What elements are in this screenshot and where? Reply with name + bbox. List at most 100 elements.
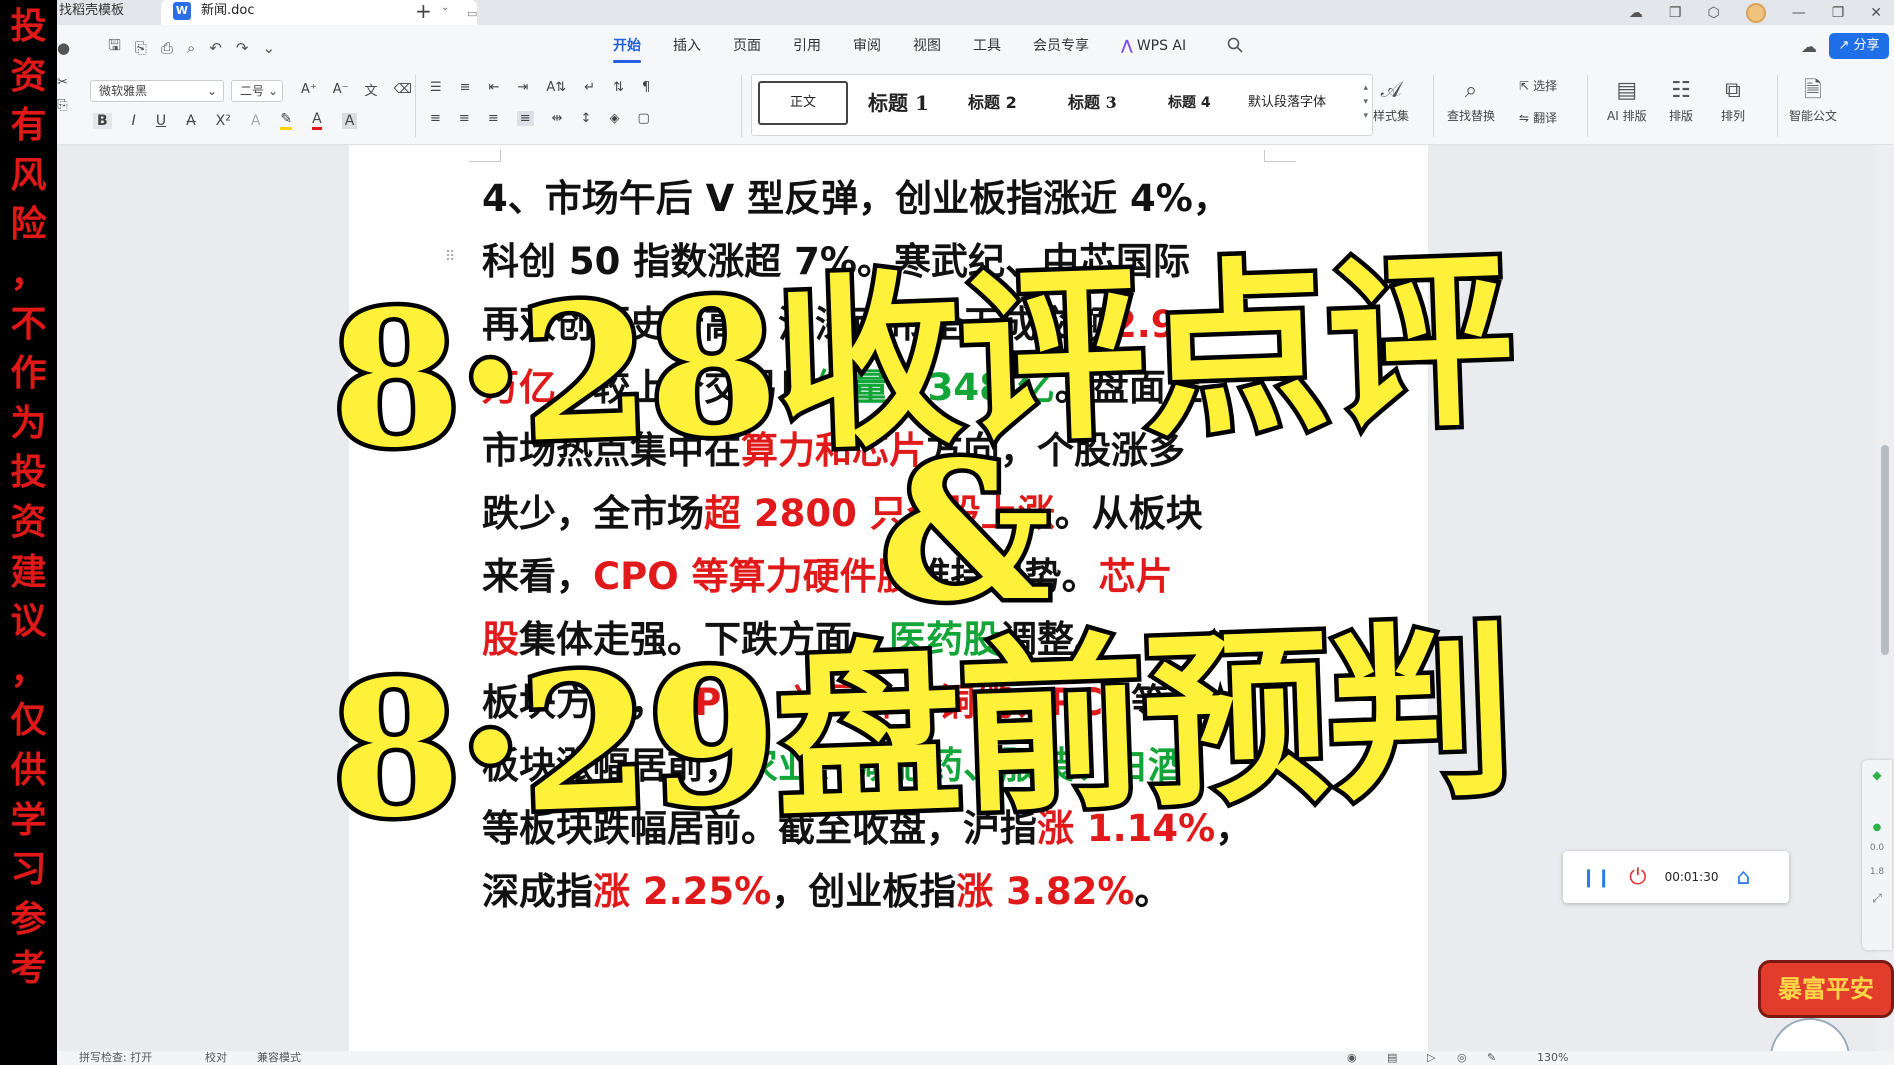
zoom-level[interactable]: 130% [1537,1051,1568,1065]
find-replace-button[interactable]: ⌕ 查找替换 [1447,75,1495,124]
style-heading-2[interactable]: 标题 2 [968,81,1017,125]
style-heading-1[interactable]: 标题 1 [868,81,929,125]
clear-format-icon[interactable]: ⌫ [394,82,412,97]
spellcheck-toggle[interactable]: 拼写检查: 打开 [79,1051,152,1065]
copy-icon[interactable]: ⎘ [57,98,67,113]
tab-reference[interactable]: 引用 [777,25,837,67]
bold-icon[interactable]: B [93,112,112,129]
shrink-font-icon[interactable]: A⁻ [333,82,349,97]
shading-icon[interactable]: ◈ [609,111,619,126]
increase-indent-icon[interactable]: ⇥ [517,80,528,95]
tab-review[interactable]: 审阅 [837,25,897,67]
stop-recording-icon[interactable]: ⏻ [1629,865,1646,890]
text-direction-icon[interactable]: A⇅ [546,80,566,95]
more-chevron-icon[interactable]: ⌄ [262,39,275,57]
cut-icon[interactable]: ✂ [57,75,68,90]
decrease-indent-icon[interactable]: ⇤ [489,80,500,95]
style-heading-3[interactable]: 标题 3 [1068,81,1117,125]
line-spacing-icon[interactable]: ↕ [581,111,592,126]
align-right-icon[interactable]: ≡ [488,111,499,126]
tab-tools[interactable]: 工具 [957,25,1017,67]
select-button[interactable]: ⇱ 选择 [1519,77,1557,94]
redo-icon[interactable]: ↷ [236,39,249,57]
ai-layout-button[interactable]: ▤ AI 排版 [1607,75,1647,124]
risk-disclaimer-strip: 投资有风险，不作为投资建议，仅供学习参考 [0,0,57,1065]
numbering-icon[interactable]: ≡ [460,80,471,95]
web-view-icon[interactable]: ◎ [1457,1051,1467,1065]
tab-insert[interactable]: 插入 [657,25,717,67]
home-icon[interactable]: ⌂ [1736,865,1750,890]
eye-icon[interactable]: ◉ [1347,1051,1357,1065]
font-color-icon[interactable]: A [312,111,322,130]
justify-icon[interactable]: ≡ [516,111,534,126]
style-set-button[interactable]: 𝒜 样式集 [1373,75,1409,124]
tab-member[interactable]: 会员专享 [1017,25,1105,67]
translate-button[interactable]: ⇋ 翻译 [1519,109,1557,126]
paragraph-drag-handle-icon[interactable]: ⠿ [445,249,455,265]
new-tab-icon[interactable]: + [415,0,432,22]
strikethrough-icon[interactable]: A̶ [186,113,196,129]
distribute-icon[interactable]: ⇹ [552,111,563,126]
page-view-icon[interactable]: ▤ [1387,1051,1397,1065]
underline-icon[interactable]: U [156,113,166,129]
play-icon[interactable]: ▷ [1427,1051,1435,1065]
translate-label: 翻译 [1533,111,1558,125]
body-text: 。盘面上， [1054,366,1240,409]
highlight-icon[interactable]: ✎ [280,111,293,130]
document-body[interactable]: 4、市场午后 V 型反弹，创业板指涨近 4%， 科创 50 指数涨超 7%。寒武纪… [482,167,1252,923]
styles-scroll-icon[interactable]: ▴ ▾ ▾ [1363,81,1368,123]
share-button[interactable]: ↗ 分享 [1829,33,1889,59]
avatar[interactable] [1745,2,1766,23]
layout-button[interactable]: ☷ 排版 [1669,75,1693,124]
export-icon[interactable]: ⎘ [135,39,147,57]
cloud-sync-icon[interactable]: ☁ [1629,5,1643,21]
tab-template[interactable]: 找稻壳模板 [57,0,157,25]
search-icon[interactable] [1227,37,1243,53]
bullets-icon[interactable]: ☰ [430,80,442,95]
pause-icon[interactable]: ❙❙ [1581,867,1611,888]
tab-page[interactable]: 页面 [717,25,777,67]
highlight-red-text: 芯片 [1098,555,1173,598]
tab-home[interactable]: 开始 [597,25,657,67]
align-left-icon[interactable]: ≡ [430,111,441,126]
style-default-para-font[interactable]: 默认段落字体 [1248,81,1326,125]
char-shading-icon[interactable]: A [341,112,358,129]
arrange-button[interactable]: ⧉ 排列 [1721,75,1745,124]
cloud-upload-icon[interactable]: ☁ [1801,37,1817,56]
font-size-select[interactable]: 二号 ⌄ [231,80,283,102]
document-page[interactable]: ⠿ 4、市场午后 V 型反弹，创业板指涨近 4%， 科创 50 指数涨超 7%。寒… [349,145,1428,1051]
style-heading-4[interactable]: 标题 4 [1168,81,1211,125]
toggle-circle-icon[interactable]: ● [57,39,70,57]
main-menu: 开始 插入 页面 引用 审阅 视图 工具 会员专享 ⋀ WPS AI [597,25,1202,67]
sort-icon[interactable]: ⇅ [613,80,624,95]
expand-icon[interactable]: ⤢ [1862,891,1892,906]
print-preview-icon[interactable]: ⌕ [187,39,195,57]
smart-doc-button[interactable]: 🗎 智能公文 [1789,75,1837,124]
scrollbar-thumb[interactable] [1881,445,1889,655]
font-family-select[interactable]: 微软雅黑 ⌄ [90,80,224,102]
grow-font-icon[interactable]: A⁺ [301,82,317,97]
minimize-icon[interactable]: — [1792,5,1806,21]
disclaimer-char: 投 [10,452,47,494]
cube-icon[interactable]: ⬡ [1707,5,1719,21]
line-break-icon[interactable]: ↵ [584,80,595,95]
tab-list-chevron-icon[interactable]: ⌄ [441,2,449,13]
print-icon[interactable]: ⎙ [161,39,173,57]
save-icon[interactable]: 🖫 [108,35,121,60]
tab-view[interactable]: 视图 [897,25,957,67]
style-normal[interactable]: 正文 [758,81,848,125]
pen-icon[interactable]: ✎ [1487,1051,1496,1065]
superscript-icon[interactable]: X² [216,113,231,129]
show-marks-icon[interactable]: ¶ [642,80,650,95]
border-icon[interactable]: ▢ [637,111,649,126]
proof-button[interactable]: 校对 [205,1051,227,1065]
italic-icon[interactable]: I [132,113,136,129]
undo-icon[interactable]: ↶ [209,39,222,57]
window-tile-icon[interactable]: ❐ [1669,5,1682,21]
text-effect-icon[interactable]: A [251,113,261,129]
restore-icon[interactable]: ❐ [1832,5,1845,21]
align-center-icon[interactable]: ≡ [459,111,470,126]
close-icon[interactable]: ✕ [1870,5,1882,21]
phonetic-icon[interactable]: 文 [365,80,378,99]
tab-wps-ai[interactable]: ⋀ WPS AI [1105,25,1202,67]
